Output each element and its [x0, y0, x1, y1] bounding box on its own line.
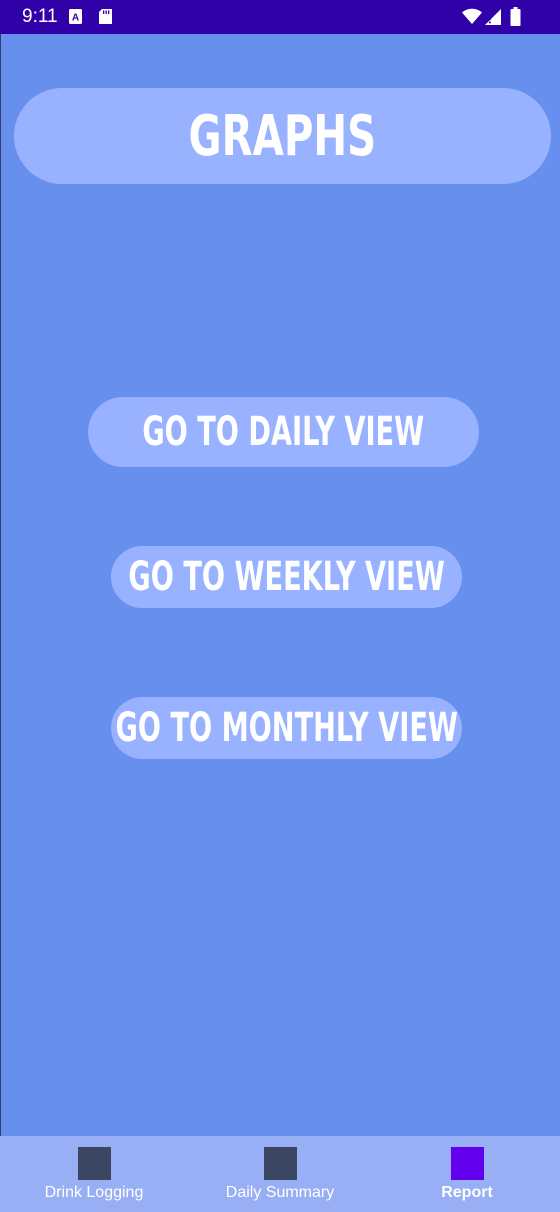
signal-icon: [484, 8, 502, 30]
daily-view-button-label: GO TO DAILY VIEW: [142, 409, 425, 455]
weekly-view-button-label: GO TO WEEKLY VIEW: [128, 554, 445, 600]
nav-item-report[interactable]: Report: [393, 1136, 541, 1212]
wifi-icon: [462, 8, 482, 29]
nav-item-daily-summary[interactable]: Daily Summary: [206, 1136, 354, 1212]
frame-edge: [0, 34, 1, 1136]
nav-item-label: Drink Logging: [44, 1184, 144, 1201]
nav-item-drink-logging[interactable]: Drink Logging: [20, 1136, 168, 1212]
page-title-container: GRAPHS: [14, 88, 551, 184]
drink-logging-icon: [77, 1147, 111, 1180]
page-title: GRAPHS: [188, 103, 377, 169]
monthly-view-button-label: GO TO MONTHLY VIEW: [115, 705, 458, 751]
daily-view-button[interactable]: GO TO DAILY VIEW: [88, 397, 479, 467]
nav-item-label: Daily Summary: [225, 1184, 335, 1201]
accessibility-a-icon: A: [69, 9, 82, 24]
bottom-navigation: Drink Logging Daily Summary Report: [0, 1136, 560, 1212]
battery-icon: [510, 7, 521, 30]
monthly-view-button[interactable]: GO TO MONTHLY VIEW: [111, 697, 462, 759]
weekly-view-button[interactable]: GO TO WEEKLY VIEW: [111, 546, 462, 608]
daily-summary-icon: [263, 1147, 297, 1180]
report-icon: [450, 1147, 484, 1180]
sd-card-icon: [99, 9, 112, 24]
svg-text:A: A: [72, 13, 79, 24]
nav-item-label: Report: [441, 1184, 493, 1201]
status-time: 9:11: [22, 6, 58, 27]
status-bar: 9:11 A: [0, 0, 560, 34]
